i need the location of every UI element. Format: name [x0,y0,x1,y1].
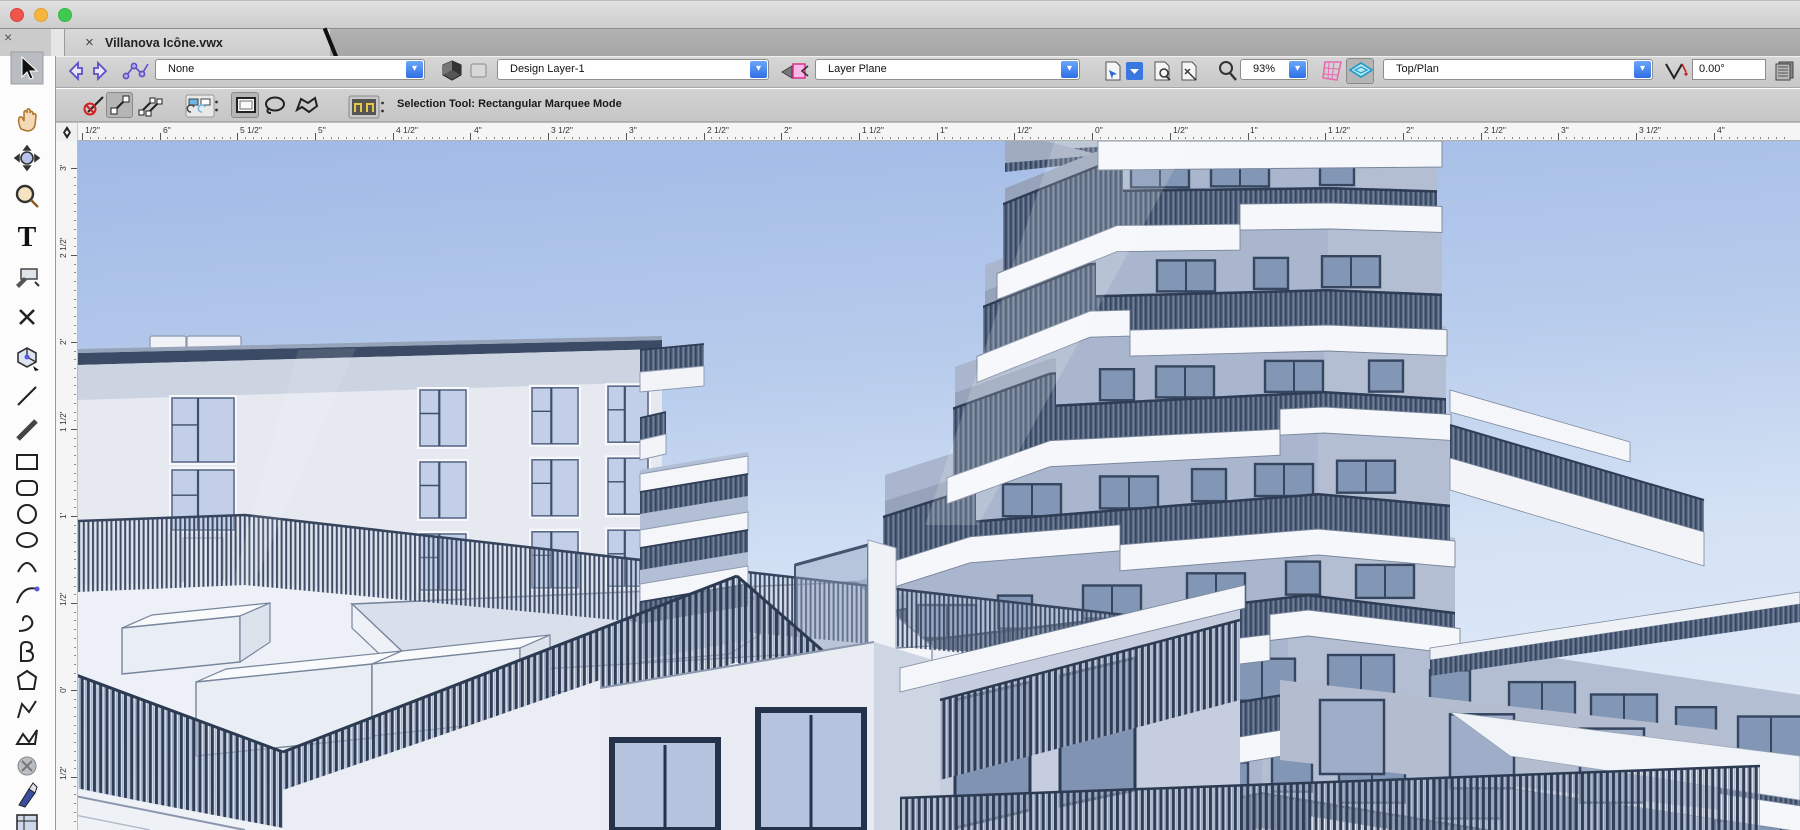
svg-text:T: T [18,222,37,253]
